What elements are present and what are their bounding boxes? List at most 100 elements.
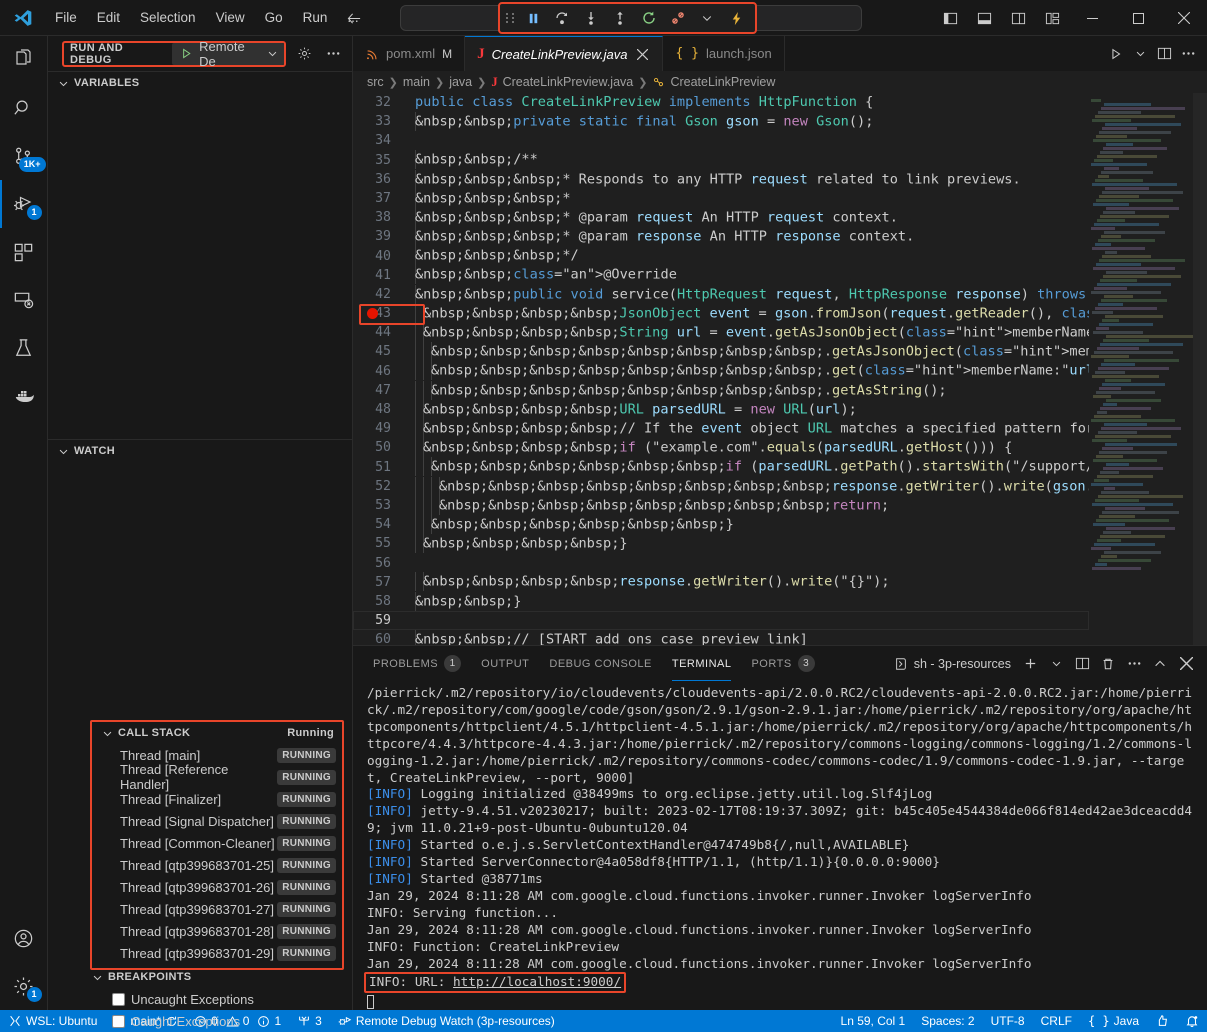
code-lines[interactable]: 32public class CreateLinkPreview impleme… xyxy=(353,93,1089,645)
status-cursor-position[interactable]: Ln 59, Col 1 xyxy=(833,1010,914,1032)
disconnect-button[interactable] xyxy=(665,6,691,30)
code-line[interactable]: 58&nbsp;&nbsp;} xyxy=(353,592,1089,611)
menu-file[interactable]: File xyxy=(46,7,86,28)
grip-handle-icon[interactable] xyxy=(506,13,515,23)
code-line[interactable]: 49&nbsp;&nbsp;&nbsp;&nbsp;// If the even… xyxy=(353,419,1089,438)
status-debug-session[interactable]: Remote Debug Watch (3p-resources) xyxy=(330,1010,563,1032)
sidebar-item-search[interactable] xyxy=(0,84,48,132)
code-line[interactable]: 38&nbsp;&nbsp;&nbsp;* @param request An … xyxy=(353,208,1089,227)
call-stack-thread[interactable]: Thread [qtp399683701-27]RUNNING xyxy=(92,898,342,920)
section-header-watch[interactable]: WATCH xyxy=(48,440,352,462)
chevron-down-icon[interactable] xyxy=(694,6,720,30)
call-stack-thread[interactable]: Thread [Reference Handler]RUNNING xyxy=(92,766,342,788)
pause-button[interactable] xyxy=(520,6,546,30)
panel-tab-debug-console[interactable]: DEBUG CONSOLE xyxy=(539,646,661,681)
code-line[interactable]: 60&nbsp;&nbsp;// [START add_ons_case_pre… xyxy=(353,630,1089,645)
code-line[interactable]: 43&nbsp;&nbsp;&nbsp;&nbsp;JsonObject eve… xyxy=(353,304,1089,323)
manage-settings-button[interactable]: 1 xyxy=(0,962,48,1010)
code-line[interactable]: 57&nbsp;&nbsp;&nbsp;&nbsp;response.getWr… xyxy=(353,573,1089,592)
accounts-button[interactable] xyxy=(0,914,48,962)
close-icon[interactable] xyxy=(1161,0,1207,36)
breakpoint-checkbox[interactable] xyxy=(112,1015,125,1028)
breadcrumb-file[interactable]: CreateLinkPreview.java xyxy=(503,75,634,89)
code-line[interactable]: 52&nbsp;&nbsp;&nbsp;&nbsp;&nbsp;&nbsp;&n… xyxy=(353,477,1089,496)
call-stack-thread[interactable]: Thread [Signal Dispatcher]RUNNING xyxy=(92,810,342,832)
breadcrumb-src[interactable]: src xyxy=(367,75,384,89)
sidebar-item-testing[interactable] xyxy=(0,324,48,372)
launch-config-dropdown[interactable]: Remote De xyxy=(172,43,283,65)
code-line[interactable]: 36&nbsp;&nbsp;&nbsp;* Responds to any HT… xyxy=(353,170,1089,189)
code-line[interactable]: 37&nbsp;&nbsp;&nbsp;* xyxy=(353,189,1089,208)
lightning-icon[interactable] xyxy=(723,6,749,30)
terminal-url-link[interactable]: http://localhost:9000/ xyxy=(453,974,621,989)
run-button[interactable] xyxy=(1105,43,1127,65)
step-out-button[interactable] xyxy=(607,6,633,30)
code-line[interactable]: 59 xyxy=(353,611,1089,630)
status-notifications[interactable] xyxy=(1177,1010,1207,1032)
breadcrumb-main[interactable]: main xyxy=(403,75,430,89)
code-line[interactable]: 56 xyxy=(353,554,1089,573)
menu-go[interactable]: Go xyxy=(256,7,292,28)
terminal-profile-chevron-icon[interactable] xyxy=(1045,653,1067,675)
panel-tab-problems[interactable]: PROBLEMS1 xyxy=(363,646,471,681)
code-line[interactable]: 53&nbsp;&nbsp;&nbsp;&nbsp;&nbsp;&nbsp;&n… xyxy=(353,496,1089,515)
minimize-icon[interactable] xyxy=(1069,0,1115,36)
customize-layout-icon[interactable] xyxy=(1035,1,1069,35)
restart-button[interactable] xyxy=(636,6,662,30)
code-line[interactable]: 34 xyxy=(353,131,1089,150)
code-line[interactable]: 45&nbsp;&nbsp;&nbsp;&nbsp;&nbsp;&nbsp;&n… xyxy=(353,342,1089,361)
code-line[interactable]: 47&nbsp;&nbsp;&nbsp;&nbsp;&nbsp;&nbsp;&n… xyxy=(353,381,1089,400)
panel-tab-output[interactable]: OUTPUT xyxy=(471,646,539,681)
sidebar-item-extensions[interactable] xyxy=(0,228,48,276)
section-header-callstack[interactable]: CALL STACK Running xyxy=(92,722,342,744)
breadcrumb-java[interactable]: java xyxy=(449,75,472,89)
maximize-icon[interactable] xyxy=(1115,0,1161,36)
tab-createlinkpreview-java[interactable]: J CreateLinkPreview.java xyxy=(465,36,663,71)
close-panel-icon[interactable] xyxy=(1175,653,1197,675)
breakpoint-row[interactable]: Caught Exceptions xyxy=(90,1010,352,1032)
run-dropdown-icon[interactable] xyxy=(1129,43,1151,65)
code-line[interactable]: 32public class CreateLinkPreview impleme… xyxy=(353,93,1089,112)
status-language-mode[interactable]: { } Java xyxy=(1080,1010,1147,1032)
status-feedback[interactable] xyxy=(1147,1010,1177,1032)
code-line[interactable]: 44&nbsp;&nbsp;&nbsp;&nbsp;String url = e… xyxy=(353,323,1089,342)
split-terminal-icon[interactable] xyxy=(1071,653,1093,675)
sidebar-item-run-and-debug[interactable]: 1 xyxy=(0,180,48,228)
step-into-button[interactable] xyxy=(578,6,604,30)
menu-run[interactable]: Run xyxy=(294,7,337,28)
active-terminal-name[interactable]: sh - 3p-resources xyxy=(894,657,1011,671)
minimap-slider[interactable] xyxy=(1193,93,1207,645)
menu-edit[interactable]: Edit xyxy=(88,7,129,28)
debug-settings-button[interactable] xyxy=(294,43,315,65)
section-header-variables[interactable]: VARIABLES xyxy=(48,72,352,94)
code-line[interactable]: 54&nbsp;&nbsp;&nbsp;&nbsp;&nbsp;&nbsp;} xyxy=(353,515,1089,534)
call-stack-thread[interactable]: Thread [Finalizer]RUNNING xyxy=(92,788,342,810)
code-line[interactable]: 48&nbsp;&nbsp;&nbsp;&nbsp;URL parsedURL … xyxy=(353,400,1089,419)
code-line[interactable]: 55&nbsp;&nbsp;&nbsp;&nbsp;} xyxy=(353,534,1089,553)
navigate-back-icon[interactable] xyxy=(344,8,364,28)
sidebar-item-source-control[interactable]: 1K+ xyxy=(0,132,48,180)
code-line[interactable]: 40&nbsp;&nbsp;&nbsp;*/ xyxy=(353,247,1089,266)
breakpoint-row[interactable]: Uncaught Exceptions xyxy=(90,988,352,1010)
close-icon[interactable] xyxy=(634,46,650,62)
code-line[interactable]: 51&nbsp;&nbsp;&nbsp;&nbsp;&nbsp;&nbsp;if… xyxy=(353,458,1089,477)
code-line[interactable]: 39&nbsp;&nbsp;&nbsp;* @param response An… xyxy=(353,227,1089,246)
step-over-button[interactable] xyxy=(549,6,575,30)
call-stack-thread[interactable]: Thread [Common-Cleaner]RUNNING xyxy=(92,832,342,854)
code-line[interactable]: 33&nbsp;&nbsp;private static final Gson … xyxy=(353,112,1089,131)
code-line[interactable]: 35&nbsp;&nbsp;/** xyxy=(353,151,1089,170)
terminal-output[interactable]: /pierrick/.m2/repository/io/cloudevents/… xyxy=(353,681,1207,1010)
toggle-secondary-sidebar-icon[interactable] xyxy=(1001,1,1035,35)
status-eol[interactable]: CRLF xyxy=(1033,1010,1080,1032)
call-stack-thread[interactable]: Thread [qtp399683701-25]RUNNING xyxy=(92,854,342,876)
menu-view[interactable]: View xyxy=(207,7,254,28)
sidebar-item-docker[interactable] xyxy=(0,372,48,420)
code-line[interactable]: 50&nbsp;&nbsp;&nbsp;&nbsp;if ("example.c… xyxy=(353,438,1089,457)
section-header-breakpoints[interactable]: BREAKPOINTS xyxy=(90,966,352,988)
status-indentation[interactable]: Spaces: 2 xyxy=(913,1010,982,1032)
maximize-panel-icon[interactable] xyxy=(1149,653,1171,675)
tab-pom-xml[interactable]: pom.xml M xyxy=(353,36,465,71)
sidebar-item-explorer[interactable] xyxy=(0,36,48,84)
panel-tab-terminal[interactable]: TERMINAL xyxy=(662,646,742,681)
call-stack-thread[interactable]: Thread [qtp399683701-29]RUNNING xyxy=(92,942,342,964)
